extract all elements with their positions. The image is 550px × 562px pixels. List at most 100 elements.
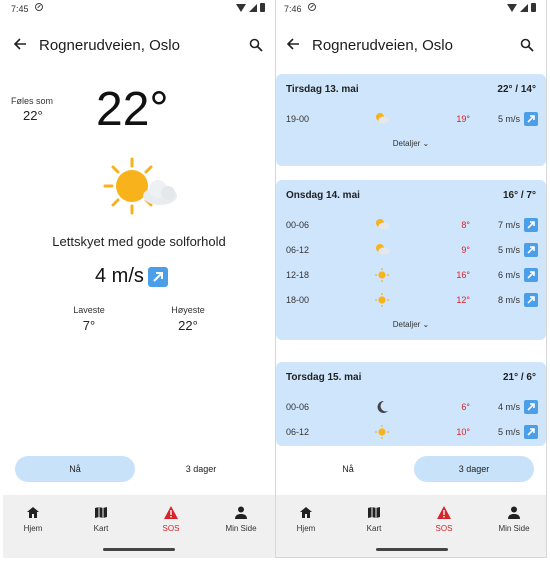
partly-cloudy-icon (374, 242, 390, 258)
chevron-down-icon: ⌄ (422, 139, 430, 148)
period: 06-12 (286, 427, 310, 437)
nav-profile[interactable]: Min Side (484, 505, 544, 533)
battery-icon (531, 3, 536, 12)
period-wind: 5 m/s (497, 245, 520, 255)
nav-home-label: Hjem (23, 524, 43, 533)
period: 00-06 (286, 402, 310, 412)
back-arrow-icon[interactable] (13, 37, 29, 53)
wind-display: 4 m/s (95, 265, 168, 288)
nav-map-label: Kart (93, 524, 109, 533)
period: 18-00 (286, 295, 310, 305)
forecast-row: 18-00 12° 8 m/s (286, 291, 538, 311)
segment-now[interactable]: Nå (15, 456, 135, 482)
wind-direction-icon (524, 425, 538, 439)
sun-icon (374, 292, 390, 308)
nav-profile-label: Min Side (225, 524, 257, 533)
max-label: Høyeste (171, 305, 205, 315)
status-bar: 7:46 (276, 0, 546, 18)
back-arrow-icon[interactable] (286, 37, 302, 53)
day-title: Tirsdag 13. mai (286, 84, 359, 95)
period-temperature: 10° (456, 427, 470, 437)
status-time: 7:45 (11, 4, 29, 14)
nav-sos[interactable]: SOS (141, 505, 201, 533)
partly-cloudy-icon (374, 111, 390, 127)
dnd-icon (35, 3, 43, 11)
nav-home[interactable]: Hjem (276, 505, 336, 533)
day-range: 16° / 7° (502, 190, 536, 201)
current-temperature: 22° (96, 83, 169, 136)
location-title: Rognerudveien, Oslo (39, 37, 180, 54)
day-title: Onsdag 14. mai (286, 190, 360, 201)
system-icons (236, 3, 265, 12)
gesture-bar (376, 548, 448, 551)
sun-icon (374, 267, 390, 283)
system-icons (507, 3, 536, 12)
nav-home-label: Hjem (296, 524, 316, 533)
day-card: Torsdag 15. mai 21° / 6° 00-06 6° 4 m/s 06-12… (276, 362, 546, 446)
details-toggle[interactable]: Detaljer ⌄ (276, 139, 546, 148)
dnd-icon (308, 3, 316, 11)
period-temperature: 16° (456, 270, 470, 280)
wind-speed: 4 m/s (95, 265, 144, 287)
period-wind: 6 m/s (497, 270, 520, 280)
partly-sunny-icon (102, 156, 182, 216)
day-card-header: Tirsdag 13. mai 22° / 14° (286, 84, 536, 95)
weather-description: Lettskyet med gode solforhold (52, 234, 226, 249)
segment-three-days[interactable]: 3 dager (141, 456, 261, 482)
nav-sos[interactable]: SOS (414, 505, 474, 533)
wind-direction-icon (524, 243, 538, 257)
nav-map[interactable]: Kart (71, 505, 131, 533)
nav-profile-label: Min Side (498, 524, 530, 533)
day-card: Onsdag 14. mai 16° / 7° 00-06 8° 7 m/s 06-12 9… (276, 180, 546, 340)
nav-profile[interactable]: Min Side (211, 505, 271, 533)
signal-icon (520, 3, 528, 12)
nav-map[interactable]: Kart (344, 505, 404, 533)
feels-like-value: 22° (23, 108, 43, 123)
period-temperature: 9° (461, 245, 470, 255)
nav-sos-label: SOS (162, 524, 180, 533)
sun-icon (374, 424, 390, 440)
details-label: Detaljer (392, 320, 421, 329)
period-temperature: 8° (461, 220, 470, 230)
period-wind: 5 m/s (497, 427, 520, 437)
forecast-row: 12-18 16° 6 m/s (286, 266, 538, 286)
period: 19-00 (286, 114, 310, 124)
wifi-icon (236, 3, 246, 12)
period-temperature: 6° (461, 402, 470, 412)
nav-home[interactable]: Hjem (3, 505, 63, 533)
wind-direction-icon (147, 266, 168, 287)
details-toggle[interactable]: Detaljer ⌄ (276, 320, 546, 329)
app-bar: Rognerudveien, Oslo (276, 34, 546, 62)
period: 06-12 (286, 245, 310, 255)
phone-now-screen: 7:45 Rognerudveien, Oslo Føles som 22° 2… (3, 0, 275, 558)
segment-three-days[interactable]: 3 dager (414, 456, 534, 482)
signal-icon (249, 3, 257, 12)
status-bar: 7:45 (3, 0, 275, 18)
bottom-nav: Hjem Kart SOS Min Side (3, 495, 275, 558)
day-card-header: Onsdag 14. mai 16° / 7° (286, 190, 536, 201)
phone-three-days-screen: 7:46 Rognerudveien, Oslo Tirsdag 13. mai… (275, 0, 547, 558)
day-range: 22° / 14° (497, 84, 536, 95)
nav-sos-label: SOS (435, 524, 453, 533)
forecast-row: 06-12 9° 5 m/s (286, 241, 538, 261)
moon-icon (374, 399, 390, 415)
segment-now[interactable]: Nå (288, 456, 408, 482)
map-icon (71, 505, 131, 519)
forecast-row: 06-12 10° 5 m/s (286, 423, 538, 443)
period-wind: 8 m/s (497, 295, 520, 305)
wind-direction-icon (524, 112, 538, 126)
location-title: Rognerudveien, Oslo (312, 37, 453, 54)
max-temperature: Høyeste 22° (163, 305, 213, 333)
forecast-row: 19-00 19° 5 m/s (286, 110, 538, 130)
wind-direction-icon (524, 400, 538, 414)
person-icon (211, 505, 271, 519)
wind-direction-icon (524, 218, 538, 232)
forecast-segment: Nå 3 dager (13, 456, 265, 484)
search-icon[interactable] (520, 38, 536, 54)
max-value: 22° (178, 318, 198, 333)
period-temperature: 19° (456, 114, 470, 124)
chevron-down-icon: ⌄ (422, 320, 430, 329)
wind-direction-icon (524, 268, 538, 282)
warning-icon (414, 505, 474, 519)
search-icon[interactable] (249, 38, 265, 54)
